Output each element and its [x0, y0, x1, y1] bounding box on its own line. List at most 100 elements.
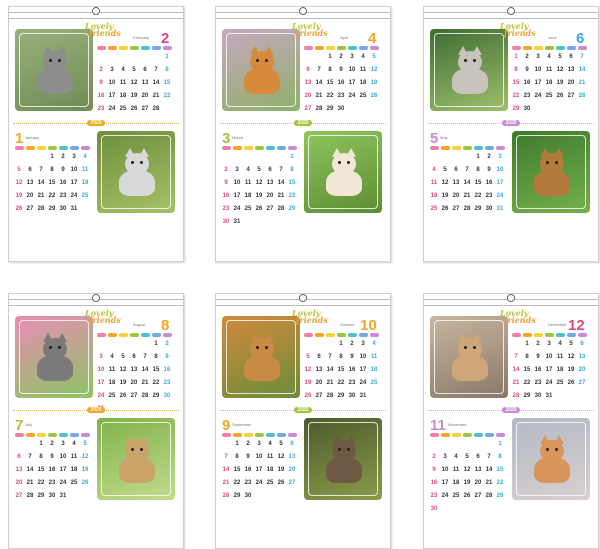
weekday-pill — [496, 146, 505, 150]
day-cell: 11 — [81, 167, 89, 173]
day-cell: 25 — [70, 480, 78, 486]
top-photo — [430, 29, 508, 111]
day-cell: 5 — [83, 441, 87, 447]
day-cell: 8 — [525, 354, 529, 360]
day-cell: 25 — [452, 493, 460, 499]
month-number: 10 — [360, 317, 377, 334]
day-cell: 20 — [130, 380, 138, 386]
day-cell: 6 — [317, 354, 321, 360]
day-cell: 11 — [70, 454, 78, 460]
day-cell: 2 — [50, 441, 54, 447]
weekday-pill — [266, 433, 275, 437]
day-cell: 15 — [523, 367, 531, 373]
weekday-header-row — [512, 333, 592, 338]
top-month-block: 10 October 1 2 3 4 5 6 7 8 9 10 11 12 13 14 15 16 17 18 19 20… — [216, 309, 390, 416]
day-cell: 1 — [235, 441, 239, 447]
day-cell: 4 — [547, 54, 551, 60]
day-cell: 3 — [110, 67, 114, 73]
day-cell: 23 — [48, 480, 56, 486]
day-cell: 21 — [141, 380, 149, 386]
brand-logo: Lovely friends — [500, 22, 536, 37]
weekday-pill — [370, 46, 379, 50]
animal-eye-shape — [131, 448, 134, 451]
day-cell: 19 — [463, 480, 471, 486]
hanging-hole-icon — [92, 7, 100, 15]
day-cell: 21 — [315, 93, 323, 99]
day-cell: 10 — [70, 167, 78, 173]
day-cell: 3 — [235, 167, 239, 173]
day-cell: 25 — [81, 193, 89, 199]
day-cell: 3 — [547, 341, 551, 347]
day-cell: 6 — [132, 354, 136, 360]
day-cell: 29 — [326, 106, 334, 112]
day-cell: 18 — [81, 180, 89, 186]
day-cell: 6 — [17, 454, 21, 460]
day-cell: 19 — [441, 193, 449, 199]
hanging-hole-icon — [507, 7, 515, 15]
weekday-pill — [81, 146, 90, 150]
day-cell: 13 — [315, 367, 323, 373]
top-calendar: 12 December 1 2 3 4 5 6 7 8 9 10 11 12 13 14 15 16 17 18 19 2… — [512, 318, 592, 408]
weekday-pill — [474, 146, 483, 150]
day-cell: 12 — [277, 454, 285, 460]
day-cell: 21 — [512, 380, 520, 386]
day-cell: 22 — [37, 480, 45, 486]
day-cell: 14 — [315, 80, 323, 86]
top-calendar: 4 April 1 2 3 4 5 6 7 8 9 10 11 12 13 14 15 16 17 18 19 20 21 2… — [304, 31, 384, 121]
weekday-pill — [463, 433, 472, 437]
day-cell: 17 — [108, 93, 116, 99]
day-cell: 3 — [536, 54, 540, 60]
day-cell: 13 — [578, 354, 586, 360]
day-cell: 1 — [290, 154, 294, 160]
day-cell: 24 — [233, 206, 241, 212]
day-cell: 10 — [97, 367, 105, 373]
day-cell: 29 — [523, 393, 531, 399]
day-cell: 13 — [266, 180, 274, 186]
animal-head-shape — [540, 153, 564, 175]
weekday-header-row — [222, 433, 302, 438]
weekday-pill — [152, 46, 161, 50]
day-cell: 2 — [487, 154, 491, 160]
month-name: March — [232, 135, 244, 140]
day-cell: 7 — [28, 454, 32, 460]
day-cell: 18 — [430, 193, 438, 199]
day-cell: 19 — [370, 80, 378, 86]
animal-head-shape — [458, 51, 482, 73]
day-cell: 7 — [514, 354, 518, 360]
weekday-pill — [534, 333, 543, 337]
day-cell: 23 — [430, 493, 438, 499]
weekday-pill — [430, 146, 439, 150]
day-cell: 25 — [244, 206, 252, 212]
day-cell: 20 — [288, 467, 296, 473]
day-cell: 6 — [306, 67, 310, 73]
day-cell: 14 — [485, 467, 493, 473]
day-cell: 17 — [534, 80, 542, 86]
day-cell: 9 — [61, 167, 65, 173]
day-cell: 29 — [288, 206, 296, 212]
bottom-month-block: 11 November 1 2 3 4 5 6 7 8 9 10 11 12 13 14 15 16 17 18 19 2… — [424, 418, 598, 518]
day-cell: 18 — [108, 380, 116, 386]
day-cell: 24 — [359, 380, 367, 386]
weekday-pill — [348, 46, 357, 50]
day-cell: 8 — [235, 454, 239, 460]
white-gray-kitten-image — [242, 46, 282, 94]
weekday-pill — [523, 333, 532, 337]
month-number: 8 — [161, 317, 170, 334]
day-cell: 14 — [222, 467, 230, 473]
day-cell: 2 — [339, 54, 343, 60]
top-photo — [430, 316, 508, 398]
animal-eye-shape — [140, 448, 143, 451]
weekday-pill — [255, 146, 264, 150]
two-kittens-flowers-image — [35, 333, 75, 381]
weekday-pill — [288, 146, 297, 150]
bottom-photo — [304, 418, 382, 500]
weekday-pill — [59, 433, 68, 437]
weekday-header-row — [304, 46, 384, 51]
day-cell: 14 — [37, 180, 45, 186]
weekday-pill — [463, 146, 472, 150]
day-cell: 24 — [59, 480, 67, 486]
day-cell: 4 — [268, 441, 272, 447]
day-cell: 30 — [222, 219, 230, 225]
weekday-pill — [48, 146, 57, 150]
month-number: 7 — [15, 417, 24, 434]
